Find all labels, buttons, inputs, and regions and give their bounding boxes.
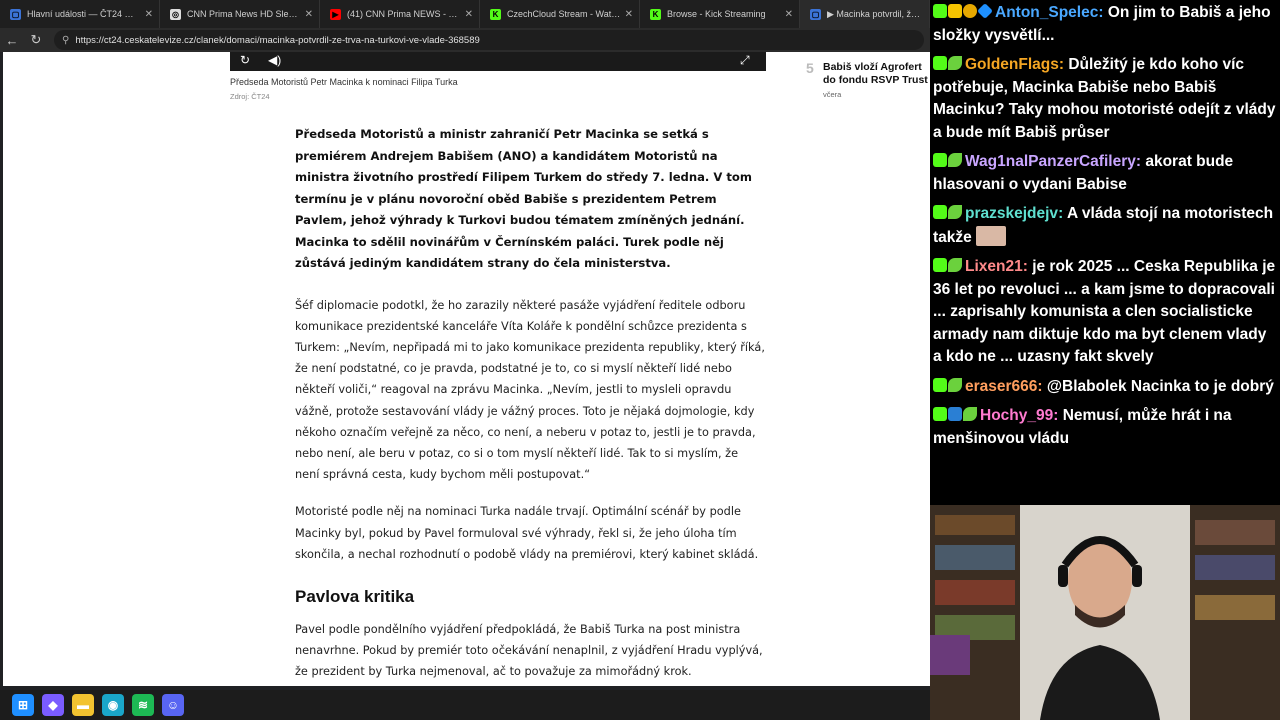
article-body: Předseda Motoristů a ministr zahraničí P… [295, 124, 765, 683]
screen: ▢ Hlavní události — ČT24 — Česká ✕ ◎ CNN Pr… [0, 0, 1280, 720]
tab-title: Hlavní události — ČT24 — Česká [27, 9, 141, 19]
kick-badge-icon [933, 258, 947, 272]
tab-favicon-icon: K [650, 8, 661, 20]
back-arrow-icon[interactable]: ← [0, 28, 24, 52]
video-caption: Předseda Motoristů Petr Macinka k nomina… [230, 77, 458, 87]
kick-badge-icon [933, 4, 947, 18]
chat-emote [975, 225, 1006, 246]
chat-message: GoldenFlags: Důležitý je kdo koho víc po… [933, 54, 1277, 144]
tab[interactable]: ◎ CNN Prima News HD Sledujte na ✕ [160, 0, 320, 28]
sidebar-rank: 5 [806, 60, 814, 76]
tab[interactable]: K CzechCloud Stream - Watch Live ✕ [480, 0, 640, 28]
chat-text: @Blabolek Nacinka to je dobrý [1046, 377, 1274, 395]
chat-message: eraser666: @Blabolek Nacinka to je dobrý [933, 376, 1277, 399]
url-text: https://ct24.ceskatelevize.cz/clanek/dom… [75, 34, 480, 46]
leaf-badge-icon [948, 153, 962, 167]
tab-active[interactable]: ▢ ▶ Macinka potvrdil, že trvá na [800, 0, 930, 28]
kick-badge-icon [933, 377, 947, 392]
tab-favicon-icon: ▢ [10, 8, 21, 20]
tab-favicon-icon: K [490, 8, 501, 20]
volume-icon[interactable]: ◀) [268, 53, 281, 67]
chat-message: Hochy_99: Nemusí, může hrát i na menšino… [933, 405, 1277, 450]
chat-message: Wag1nalPanzerCafilery: akorat bude hlaso… [933, 151, 1277, 196]
chat-username[interactable]: prazskejdejv [965, 205, 1058, 222]
chat-separator: : [1058, 205, 1067, 222]
chat-message: prazskejdejv: A vláda stojí na motoriste… [933, 203, 1277, 249]
chat-panel: Anton_Spelec: On jim to Babiš a jeho slo… [930, 0, 1280, 505]
windows-start-icon[interactable]: ⊞ [12, 694, 34, 716]
tab[interactable]: ▢ Hlavní události — ČT24 — Česká ✕ [0, 0, 160, 28]
kick-badge-icon [933, 407, 947, 421]
chat-username[interactable]: Lixen21 [965, 258, 1023, 275]
chat-separator: : [1058, 56, 1069, 73]
chat-text: Nemusí, může hrát i na menšinovou vládu [933, 407, 1232, 447]
video-player[interactable]: ↻ ◀) ⤢ [230, 52, 766, 71]
chat-separator: : [1037, 377, 1047, 395]
tab-favicon-icon: ▶ [330, 8, 341, 20]
close-icon[interactable]: ✕ [465, 9, 473, 20]
tab[interactable]: ▶ (41) CNN Prima NEWS - YouTube ✕ [320, 0, 480, 28]
leaf-badge-icon [948, 258, 962, 272]
tab-title: CNN Prima News HD Sledujte na [187, 9, 301, 19]
webcam-image [930, 505, 1280, 720]
chat-separator: : [1053, 407, 1063, 424]
gem-badge-icon [977, 3, 993, 19]
tab-title: CzechCloud Stream - Watch Live [507, 9, 621, 19]
reload-icon[interactable]: ↻ [24, 28, 48, 52]
chat-username[interactable]: Hochy_99 [980, 407, 1053, 424]
chat-username[interactable]: eraser666 [965, 378, 1037, 395]
edge-icon[interactable]: ◉ [102, 694, 124, 716]
kick-badge-icon [933, 205, 947, 219]
tab[interactable]: K Browse - Kick Streaming ✕ [640, 0, 800, 28]
tab-bar: ▢ Hlavní události — ČT24 — Česká ✕ ◎ CNN Pr… [0, 0, 930, 28]
address-bar: ← ↻ ⚲ https://ct24.ceskatelevize.cz/clan… [0, 28, 930, 52]
leaf-badge-icon [948, 56, 962, 70]
sidebar-article-date: včera [823, 90, 842, 99]
chat-username[interactable]: Anton_Spelec [995, 4, 1098, 21]
leaf-badge-icon [948, 377, 962, 392]
tab-title: Browse - Kick Streaming [667, 9, 766, 19]
close-icon[interactable]: ✕ [785, 9, 793, 20]
webcam-feed [930, 505, 1280, 720]
site-info-icon[interactable]: ⚲ [62, 35, 69, 46]
browser-window: ▢ Hlavní události — ČT24 — Česká ✕ ◎ CNN Pr… [0, 0, 930, 720]
web-page: ↻ ◀) ⤢ Předseda Motoristů Petr Macinka k… [0, 52, 930, 686]
chat-username[interactable]: GoldenFlags [965, 56, 1059, 73]
chat-separator: : [1135, 153, 1146, 170]
close-icon[interactable]: ✕ [145, 9, 153, 20]
taskbar: ⊞ ◆ ▬ ◉ ≋ ☺ [0, 690, 930, 720]
leaf-badge-icon [948, 205, 962, 219]
tab-title: ▶ Macinka potvrdil, že trvá na [827, 8, 923, 19]
chat-message: Anton_Spelec: On jim to Babiš a jeho slo… [933, 2, 1277, 47]
discord-icon[interactable]: ☺ [162, 694, 184, 716]
vip-badge-icon [948, 407, 962, 421]
tab-favicon-icon: ▢ [810, 8, 821, 20]
chat-username[interactable]: Wag1nalPanzerCafilery [965, 153, 1136, 170]
crown-badge-icon [948, 4, 962, 18]
file-explorer-icon[interactable]: ▬ [72, 694, 94, 716]
fullscreen-icon[interactable]: ⤢ [740, 53, 750, 68]
video-source: Zdroj: ČT24 [230, 92, 270, 101]
coin-badge-icon [963, 4, 977, 18]
kick-badge-icon [933, 153, 947, 167]
sidebar-article-link[interactable]: Babiš vloží Agrofert do fondu RSVP Trust [823, 61, 930, 87]
tab-title: (41) CNN Prima NEWS - YouTube [347, 9, 461, 19]
replay-icon[interactable]: ↻ [240, 53, 250, 67]
leaf-badge-icon [963, 407, 977, 421]
article-lead: Předseda Motoristů a ministr zahraničí P… [295, 127, 752, 270]
chat-separator: : [1022, 258, 1033, 275]
close-icon[interactable]: ✕ [625, 9, 633, 20]
article-paragraph: Motoristé podle něj na nominaci Turka na… [295, 505, 759, 561]
close-icon[interactable]: ✕ [305, 9, 313, 20]
chat-message: Lixen21: je rok 2025 ... Ceska Republika… [933, 256, 1277, 369]
copilot-icon[interactable]: ◆ [42, 694, 64, 716]
url-field[interactable]: ⚲ https://ct24.ceskatelevize.cz/clanek/d… [54, 30, 924, 50]
chat-separator: : [1098, 4, 1108, 21]
spotify-icon[interactable]: ≋ [132, 694, 154, 716]
kick-badge-icon [933, 56, 947, 70]
article-paragraph: Pavel podle pondělního vyjádření předpok… [295, 622, 763, 679]
tab-favicon-icon: ◎ [170, 8, 181, 20]
article-paragraph: Šéf diplomacie podotkl, že ho zarazily n… [295, 298, 765, 482]
section-heading: Pavlova kritika [295, 586, 415, 606]
